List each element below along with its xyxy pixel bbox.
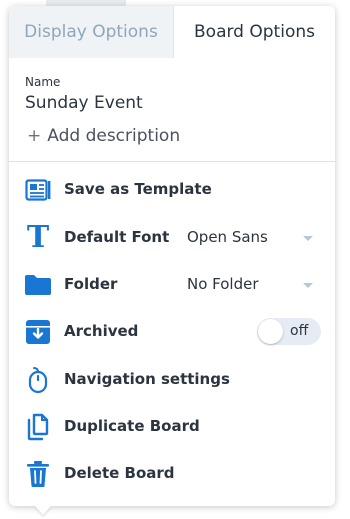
default-font-select[interactable]: Open Sans [187, 228, 268, 246]
add-description-link[interactable]: + Add description [27, 126, 180, 146]
navigation-settings-label: Navigation settings [64, 370, 230, 388]
tab-display-options[interactable]: Display Options [9, 6, 174, 58]
default-font-label: Default Font [64, 228, 170, 246]
chevron-down-icon[interactable] [303, 236, 313, 241]
toggle-state-text: off [290, 323, 309, 339]
toggle-knob [258, 319, 283, 344]
trash-icon [23, 460, 53, 488]
duplicate-board-row[interactable]: Duplicate Board [9, 407, 335, 447]
board-name-value[interactable]: Sunday Event [25, 93, 143, 113]
font-icon: T [26, 220, 50, 255]
archived-toggle[interactable]: off [257, 318, 321, 345]
tab-board-options[interactable]: Board Options [174, 6, 335, 58]
archive-icon [23, 318, 53, 346]
save-template-row[interactable]: Save as Template [9, 170, 335, 210]
plus-icon: + [27, 126, 42, 146]
archived-label: Archived [64, 322, 139, 340]
duplicate-board-label: Duplicate Board [64, 417, 200, 435]
board-options-screen: Display Options Board Options Name Sunda… [0, 0, 350, 519]
add-description-label: Add description [47, 126, 181, 146]
section-divider [9, 161, 335, 162]
chevron-down-icon[interactable] [303, 283, 313, 288]
archived-row: Archived off [9, 312, 335, 352]
folder-label: Folder [64, 275, 118, 293]
save-template-label: Save as Template [64, 180, 212, 198]
folder-icon [23, 271, 53, 299]
navigation-settings-row[interactable]: Navigation settings [9, 360, 335, 400]
tab-bar: Display Options Board Options [9, 6, 335, 58]
delete-board-label: Delete Board [64, 464, 175, 482]
board-options-popover: Display Options Board Options Name Sunda… [9, 6, 335, 506]
duplicate-icon [23, 413, 53, 441]
board-name-label: Name [25, 75, 61, 89]
delete-board-row[interactable]: Delete Board [9, 454, 335, 494]
template-icon [23, 176, 53, 204]
popover-arrow [34, 505, 52, 515]
default-font-row: T Default Font Open Sans [9, 218, 335, 258]
folder-row: Folder No Folder [9, 265, 335, 305]
mouse-icon [23, 366, 53, 394]
folder-select[interactable]: No Folder [187, 275, 259, 293]
